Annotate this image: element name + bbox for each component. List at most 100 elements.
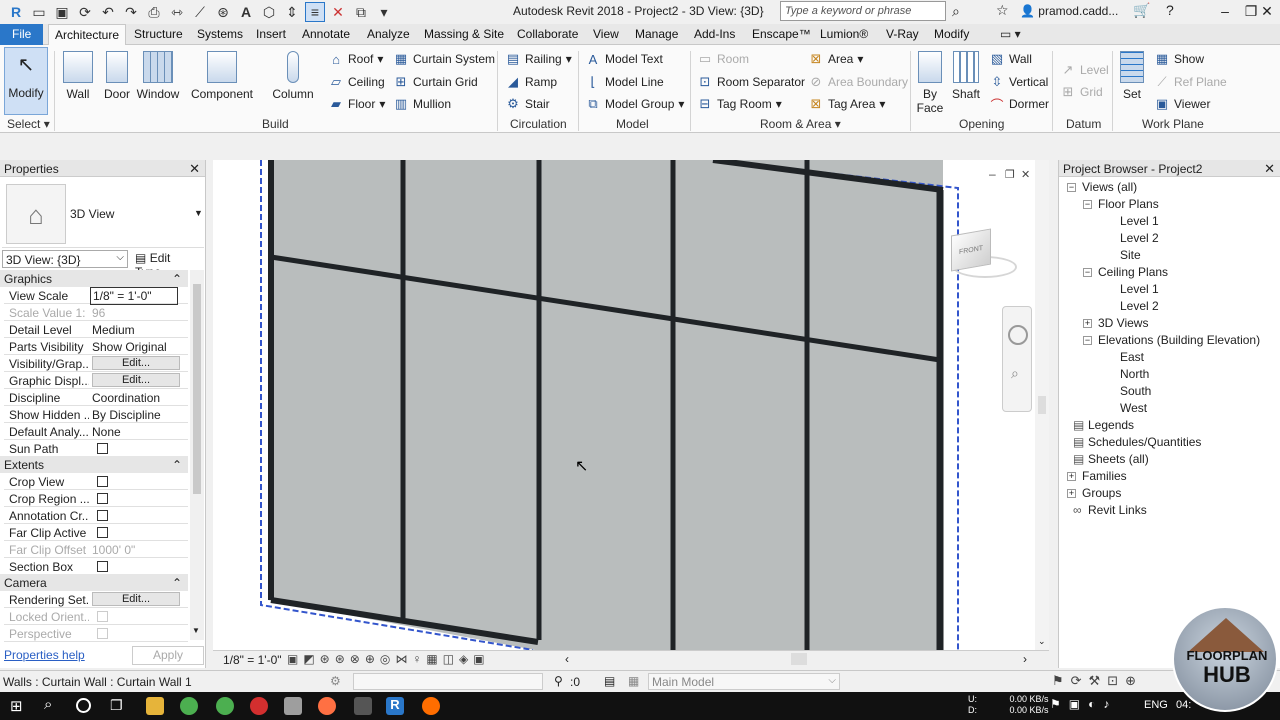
property-row[interactable]: Discipline Coordination — [4, 389, 188, 406]
edit-button[interactable]: Edit... — [92, 356, 180, 370]
stair-button[interactable]: ⚙ Stair — [505, 96, 550, 112]
by-face-button[interactable]: By Face — [914, 51, 946, 115]
property-checkbox[interactable] — [97, 476, 108, 487]
expand-icon[interactable]: + — [1067, 472, 1076, 482]
design-options-icon[interactable]: ▤ — [604, 674, 615, 688]
property-checkbox[interactable] — [97, 527, 108, 538]
browser-item[interactable]: − Elevations (Building Elevation) — [1083, 333, 1260, 347]
cortana-icon[interactable] — [76, 698, 91, 713]
tag-icon[interactable]: ⊛ — [213, 2, 233, 22]
apply-button[interactable]: Apply — [132, 646, 204, 665]
curtain-grid-button[interactable]: ⊞ Curtain Grid — [393, 74, 478, 90]
tab-add-ins[interactable]: Add-Ins — [688, 24, 741, 45]
customize-qat-icon[interactable]: ▾ — [374, 2, 394, 22]
browser-item[interactable]: Site — [1105, 248, 1141, 262]
editable-only-icon[interactable]: ▦ — [628, 674, 639, 688]
wall-button[interactable]: Wall — [60, 51, 96, 101]
property-checkbox[interactable] — [97, 443, 108, 454]
property-row[interactable]: Detail Level Medium — [4, 321, 188, 338]
browser-item[interactable]: Level 2 — [1105, 231, 1159, 245]
room-button[interactable]: ▭ Room — [697, 51, 749, 67]
browser-item[interactable]: Level 1 — [1105, 282, 1159, 296]
browser-item[interactable]: − Views (all) — [1067, 180, 1137, 194]
edit-type-button[interactable]: ▤ Edit Type — [132, 249, 202, 279]
chrome-icon-2[interactable] — [216, 697, 234, 715]
collapse-icon[interactable]: − — [1083, 200, 1092, 210]
level-button[interactable]: ↗ Level — [1060, 62, 1109, 78]
close-icon[interactable]: ✕ — [189, 161, 200, 177]
set-work-plane-button[interactable]: Set — [1116, 51, 1148, 101]
scroll-right-icon[interactable]: › — [1023, 652, 1027, 666]
viewcube[interactable]: FRONT — [949, 226, 1019, 286]
ramp-button[interactable]: ◢ Ramp — [505, 74, 557, 90]
switch-windows-icon[interactable]: ⧉ — [351, 2, 371, 22]
dimension-icon[interactable]: ⟋ — [190, 2, 210, 22]
tab-massing-site[interactable]: Massing & Site — [418, 24, 510, 45]
property-row[interactable]: Crop View — [4, 473, 188, 490]
tab-architecture[interactable]: Architecture — [48, 24, 127, 45]
revit-r-icon[interactable]: R — [6, 2, 26, 22]
curtain-wall-drawing[interactable]: – ❐ ✕ — [213, 160, 1049, 650]
tab-manage[interactable]: Manage — [629, 24, 684, 45]
ribbon-options-icon[interactable]: ▭ ▾ — [1000, 27, 1021, 41]
view-scale[interactable]: 1/8" = 1'-0" — [223, 653, 282, 667]
scroll-left-icon[interactable]: ‹ — [565, 652, 569, 666]
property-checkbox[interactable] — [97, 493, 108, 504]
property-row[interactable]: Annotation Cr... — [4, 507, 188, 524]
property-value[interactable]: 1/8" = 1'-0" — [90, 287, 178, 305]
window-button[interactable]: Window — [136, 51, 180, 101]
minimize-button[interactable]: – — [1212, 0, 1238, 22]
close-button[interactable]: ✕ — [1254, 0, 1280, 22]
help-icon[interactable]: ? — [1166, 2, 1174, 18]
expand-icon[interactable]: + — [1083, 319, 1092, 329]
browser-item[interactable]: North — [1105, 367, 1149, 381]
type-selector[interactable]: ⌂ 3D View ▼ — [2, 180, 204, 248]
door-button[interactable]: Door — [100, 51, 134, 101]
expand-icon[interactable]: + — [1067, 489, 1076, 499]
browser-item[interactable]: ▤ Legends — [1067, 418, 1134, 432]
property-row[interactable]: Far Clip Active — [4, 524, 188, 541]
property-row[interactable]: Visibility/Grap... Edit... — [4, 355, 188, 372]
show-work-plane-button[interactable]: ▦ Show — [1154, 51, 1204, 67]
opera-icon[interactable] — [250, 697, 268, 715]
tray-icons[interactable]: ⚑▣◐♪ — [1050, 697, 1117, 711]
property-checkbox[interactable] — [97, 611, 108, 622]
tab-lumion[interactable]: Lumion® — [814, 24, 874, 45]
tab-systems[interactable]: Systems — [191, 24, 249, 45]
properties-help-link[interactable]: Properties help — [4, 648, 85, 662]
property-checkbox[interactable] — [97, 510, 108, 521]
revit-taskbar-icon[interactable]: R — [386, 697, 404, 715]
ref-plane-button[interactable]: ⟋ Ref Plane — [1154, 74, 1226, 90]
language-indicator[interactable]: ENG — [1144, 699, 1168, 711]
property-row[interactable]: Sun Path — [4, 440, 188, 457]
properties-scrollbar[interactable]: ▼ — [190, 270, 204, 640]
browser-item[interactable]: Level 1 — [1105, 214, 1159, 228]
tab-enscape[interactable]: Enscape™ — [746, 24, 817, 45]
calculator-icon[interactable] — [354, 697, 372, 715]
roof-button[interactable]: ⌂ Roof ▾ — [328, 51, 383, 67]
edit-button[interactable]: Edit... — [92, 592, 180, 606]
tag-area-button[interactable]: ⊠ Tag Area ▾ — [808, 96, 886, 112]
tag-room-button[interactable]: ⊟ Tag Room ▾ — [697, 96, 782, 112]
zoom-icon[interactable]: ⌕ — [1011, 365, 1019, 382]
model-line-button[interactable]: ⌊ Model Line — [585, 74, 663, 90]
section-extents[interactable]: Extents ⌃ — [0, 456, 188, 473]
wall-opening-button[interactable]: ▧ Wall — [989, 51, 1032, 67]
browser-item[interactable]: Level 2 — [1105, 299, 1159, 313]
browser-item[interactable]: South — [1105, 384, 1151, 398]
railing-button[interactable]: ▤ Railing ▾ — [505, 51, 572, 67]
clock[interactable]: 04: — [1176, 699, 1191, 711]
browser-item[interactable]: − Floor Plans — [1083, 197, 1159, 211]
property-row[interactable]: Perspective — [4, 625, 188, 642]
dormer-button[interactable]: ⌒ Dormer — [989, 96, 1049, 113]
steering-wheel-icon[interactable] — [1008, 325, 1028, 345]
3d-view-canvas[interactable]: – ❐ ✕ FRONT ⌕ ↖ ⌄ — [213, 160, 1049, 650]
tab-modify[interactable]: Modify — [928, 24, 975, 45]
property-row[interactable]: View Scale 1/8" = 1'-0" — [4, 287, 188, 305]
property-row[interactable]: Far Clip Offset 1000' 0" — [4, 541, 188, 558]
selection-filter-icons[interactable]: ⚑⟳⚒⊡⊕ — [1052, 673, 1143, 689]
area-boundary-button[interactable]: ⊘ Area Boundary — [808, 74, 909, 90]
edit-button[interactable]: Edit... — [92, 373, 180, 387]
browser-item[interactable]: ▤ Schedules/Quantities — [1067, 435, 1201, 449]
close-icon[interactable]: ✕ — [1264, 161, 1275, 177]
